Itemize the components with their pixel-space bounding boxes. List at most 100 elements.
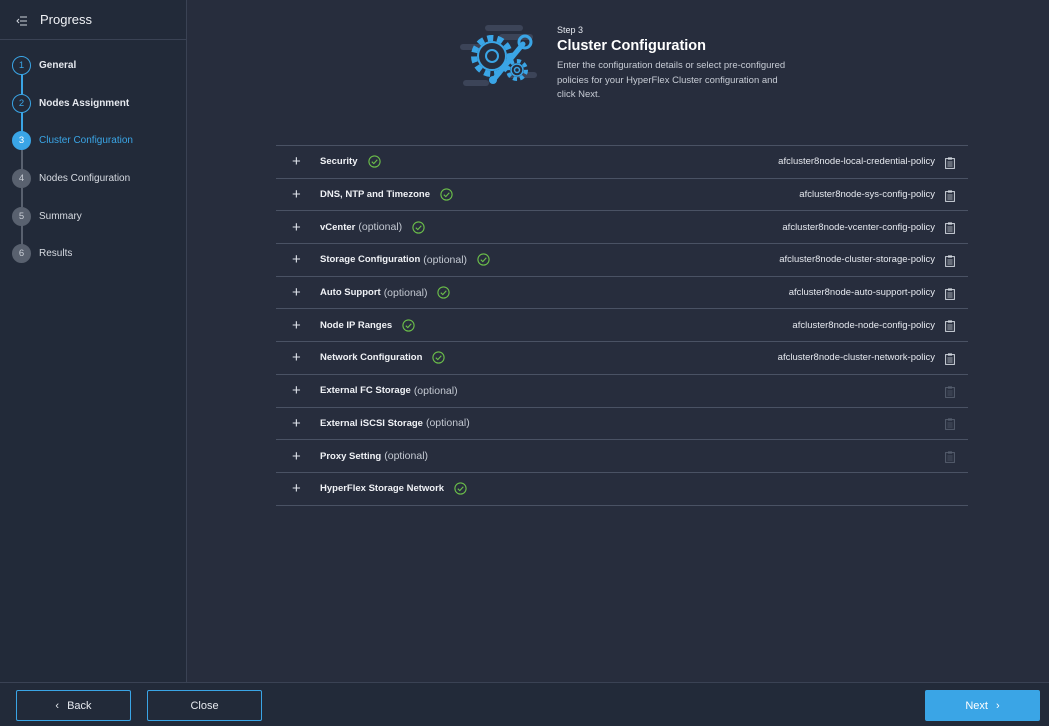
plus-icon[interactable]: + bbox=[292, 481, 306, 496]
section-title-text: vCenter bbox=[320, 221, 356, 233]
step-connector bbox=[21, 150, 23, 170]
optional-tag: (optional) bbox=[425, 417, 470, 430]
optional-tag: (optional) bbox=[384, 450, 429, 463]
plus-icon[interactable]: + bbox=[292, 220, 306, 235]
step-number-badge: 3 bbox=[12, 131, 31, 151]
next-button-label: Next bbox=[965, 699, 988, 712]
clipboard-icon[interactable] bbox=[945, 221, 955, 235]
step-label: Cluster Configuration bbox=[39, 135, 133, 147]
config-section-row[interactable]: + Node IP Ranges afcluster8node-node-confi… bbox=[276, 309, 968, 343]
clipboard-icon[interactable] bbox=[945, 450, 955, 463]
plus-icon[interactable]: + bbox=[292, 285, 306, 300]
policy-name: afcluster8node-node-config-policy bbox=[792, 319, 935, 331]
step-label: Nodes Assignment bbox=[39, 97, 130, 109]
chevron-left-icon: ‹ bbox=[55, 699, 60, 712]
step-connector bbox=[21, 187, 23, 208]
section-title-text: Security bbox=[320, 156, 358, 168]
config-section-row[interactable]: + Network Configuration afcluster8node-clu… bbox=[276, 342, 968, 375]
section-title-text: External iSCSI Storage bbox=[320, 417, 423, 429]
plus-icon[interactable]: + bbox=[292, 416, 306, 431]
sidebar-header: Progress bbox=[0, 0, 186, 40]
clipboard-icon[interactable] bbox=[945, 417, 955, 431]
check-circle-icon bbox=[367, 155, 381, 168]
section-title: Auto Support (optional) bbox=[320, 286, 451, 299]
config-section-row[interactable]: + Auto Support (optional) afcluster8node-au… bbox=[276, 277, 968, 310]
wizard-footer: ‹ Back Close Next › bbox=[0, 682, 1049, 726]
plus-icon[interactable]: + bbox=[292, 449, 306, 464]
clipboard-icon[interactable] bbox=[945, 287, 955, 300]
back-button[interactable]: ‹ Back bbox=[16, 690, 131, 721]
step-label: General bbox=[39, 60, 77, 72]
section-title: HyperFlex Storage Network bbox=[320, 482, 467, 495]
step-item-6[interactable]: 6 Results bbox=[0, 235, 187, 273]
close-button-label: Close bbox=[190, 699, 219, 712]
step-header: Step 3 Cluster Configuration Enter the c… bbox=[557, 25, 787, 103]
step-number: Step 3 bbox=[557, 25, 584, 35]
step-label: Summary bbox=[39, 210, 82, 222]
plus-icon[interactable]: + bbox=[292, 154, 306, 169]
section-title: Proxy Setting (optional) bbox=[320, 450, 428, 462]
sidebar-title: Progress bbox=[40, 12, 93, 27]
page-description: Enter the configuration details or selec… bbox=[557, 60, 786, 100]
section-title-text: Network Configuration bbox=[320, 352, 423, 364]
section-title: DNS, NTP and Timezone bbox=[320, 188, 453, 201]
step-number-badge: 4 bbox=[12, 169, 31, 189]
clipboard-icon[interactable] bbox=[945, 319, 955, 333]
section-title-text: HyperFlex Storage Network bbox=[320, 483, 445, 495]
plus-icon[interactable]: + bbox=[292, 383, 306, 398]
section-title: vCenter (optional) bbox=[320, 221, 425, 234]
section-title-text: Storage Configuration bbox=[320, 254, 421, 266]
page-title: Cluster Configuration bbox=[557, 38, 707, 54]
next-button[interactable]: Next › bbox=[925, 690, 1040, 721]
clipboard-icon[interactable] bbox=[945, 254, 955, 267]
section-title: Security bbox=[320, 155, 381, 168]
optional-tag: (optional) bbox=[423, 253, 468, 266]
config-section-row[interactable]: + Proxy Setting (optional) bbox=[276, 440, 968, 473]
config-section-row[interactable]: + DNS, NTP and Timezone afcluster8node-sys… bbox=[276, 179, 968, 212]
section-title: Network Configuration bbox=[320, 351, 446, 365]
plus-icon[interactable]: + bbox=[292, 187, 306, 202]
step-item-3[interactable]: 3 Cluster Configuration bbox=[0, 122, 187, 160]
configuration-accordion: + Security afcluster8node-local-credential… bbox=[276, 145, 968, 506]
clipboard-icon[interactable] bbox=[945, 352, 955, 365]
check-circle-icon bbox=[412, 221, 425, 234]
config-section-row[interactable]: + HyperFlex Storage Network bbox=[276, 473, 968, 506]
step-item-1[interactable]: 1 General bbox=[0, 47, 187, 85]
section-title: External iSCSI Storage (optional) bbox=[320, 417, 470, 429]
optional-tag: (optional) bbox=[358, 221, 403, 234]
config-section-row[interactable]: + Storage Configuration (optional) afcluste… bbox=[276, 244, 968, 277]
check-circle-icon bbox=[402, 319, 415, 332]
clipboard-icon[interactable] bbox=[945, 189, 955, 202]
plus-icon[interactable]: + bbox=[292, 252, 306, 267]
section-title: External FC Storage (optional) bbox=[320, 385, 458, 397]
clipboard-icon[interactable] bbox=[945, 385, 955, 398]
back-button-label: Back bbox=[67, 699, 92, 712]
step-item-2[interactable]: 2 Nodes Assignment bbox=[0, 85, 187, 123]
step-item-4[interactable]: 4 Nodes Configuration bbox=[0, 160, 187, 198]
collapse-menu-icon[interactable] bbox=[16, 14, 28, 26]
clipboard-icon[interactable] bbox=[945, 156, 955, 169]
check-circle-icon bbox=[454, 482, 467, 495]
config-section-row[interactable]: + vCenter (optional) afcluster8node-vcenter… bbox=[276, 211, 968, 245]
config-section-row[interactable]: + Security afcluster8node-local-credential… bbox=[276, 146, 968, 179]
close-button[interactable]: Close bbox=[147, 690, 262, 721]
policy-name: afcluster8node-vcenter-config-policy bbox=[782, 221, 935, 233]
config-section-row[interactable]: + External FC Storage (optional) bbox=[276, 375, 968, 408]
optional-tag: (optional) bbox=[413, 384, 458, 397]
gear-wrench-icon bbox=[455, 22, 540, 92]
policy-name: afcluster8node-local-credential-policy bbox=[778, 156, 935, 168]
plus-icon[interactable]: + bbox=[292, 350, 306, 365]
policy-name: afcluster8node-cluster-storage-policy bbox=[779, 254, 935, 266]
step-connector bbox=[21, 74, 23, 95]
progress-sidebar: Progress 1 General 2 Nodes Assignment 3 Clust… bbox=[0, 0, 187, 682]
step-item-5[interactable]: 5 Summary bbox=[0, 197, 187, 235]
optional-tag: (optional) bbox=[383, 286, 428, 299]
section-title-text: External FC Storage bbox=[320, 385, 411, 397]
step-list: 1 General 2 Nodes Assignment 3 Cluster Config… bbox=[0, 47, 187, 273]
check-circle-icon bbox=[477, 253, 490, 267]
plus-icon[interactable]: + bbox=[292, 318, 306, 333]
section-title-text: Node IP Ranges bbox=[320, 319, 393, 331]
config-section-row[interactable]: + External iSCSI Storage (optional) bbox=[276, 408, 968, 441]
chevron-right-icon: › bbox=[995, 699, 1000, 712]
step-connector bbox=[21, 225, 23, 245]
